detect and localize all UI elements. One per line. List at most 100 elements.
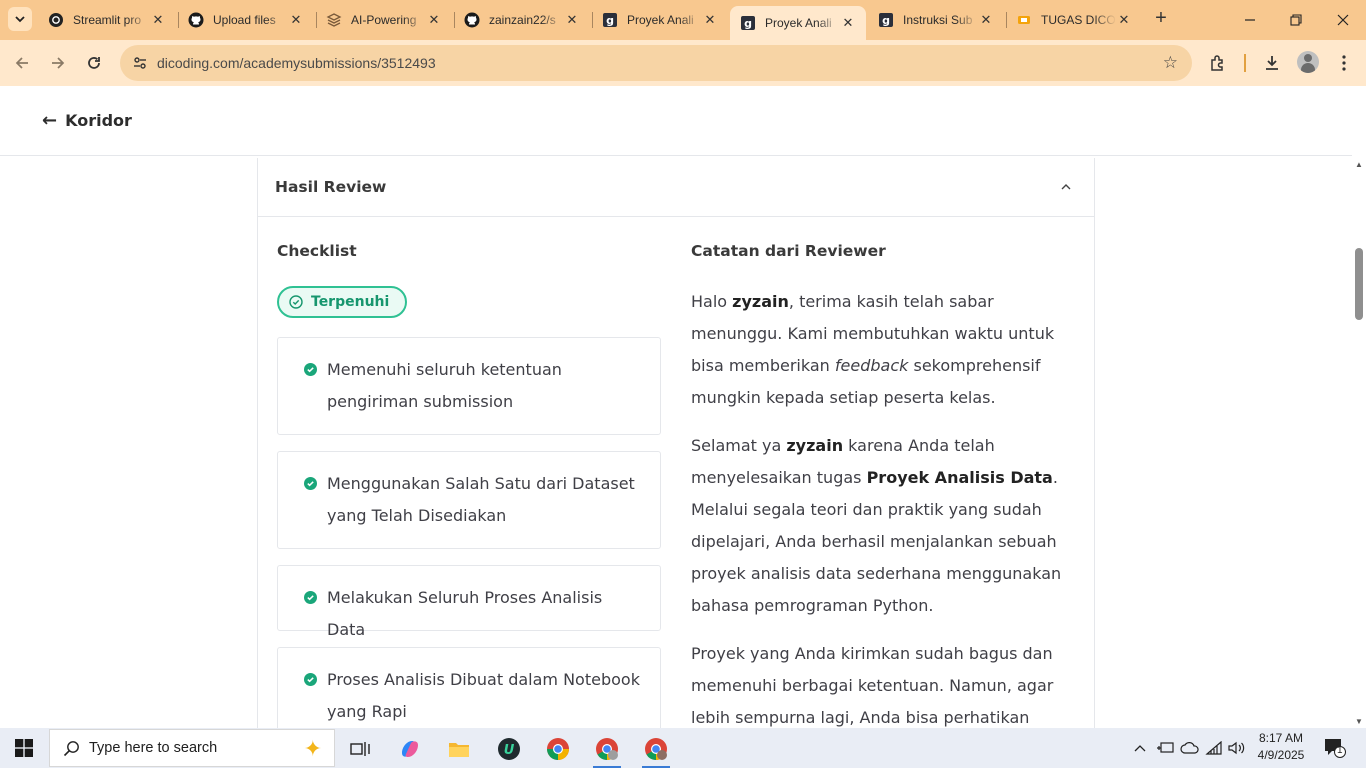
checklist-item: Melakukan Seluruh Proses Analisis Data: [277, 565, 661, 639]
reviewer-notes-section: Catatan dari Reviewer Halo zyzain, terim…: [691, 242, 1081, 727]
notes-paragraph: Halo zyzain, terima kasih telah sabar me…: [691, 292, 1055, 407]
close-tab-icon[interactable]: ✕: [840, 15, 856, 31]
search-icon: [62, 739, 80, 757]
chrome-profile-icon[interactable]: [587, 732, 627, 768]
browser-tab[interactable]: TUGAS DICO ✕: [1006, 6, 1142, 34]
profile-avatar[interactable]: [1297, 51, 1319, 73]
upwork-icon[interactable]: U: [489, 732, 529, 766]
page-header: ← Koridor: [0, 86, 1352, 156]
browser-tab-active[interactable]: g Proyek Anali ✕: [730, 6, 866, 40]
checklist-title: Checklist: [277, 242, 357, 260]
close-tab-icon[interactable]: ✕: [564, 12, 580, 28]
task-view-icon[interactable]: [340, 732, 380, 766]
close-tab-icon[interactable]: ✕: [1116, 12, 1132, 28]
browser-tab[interactable]: Streamlit pro ✕: [38, 6, 176, 34]
arrow-left-icon: [15, 57, 28, 69]
close-tab-icon[interactable]: ✕: [702, 12, 718, 28]
chrome-profile-icon[interactable]: [636, 732, 676, 768]
checklist-section: Checklist Terpenuhi Memenuhi seluruh ket…: [277, 242, 661, 728]
check-icon: [304, 363, 317, 376]
scroll-thumb[interactable]: [1355, 248, 1363, 320]
back-link[interactable]: ← Koridor: [42, 110, 132, 131]
forward-nav-button[interactable]: [45, 50, 71, 76]
notes-title: Catatan dari Reviewer: [691, 242, 886, 260]
checklist-item-label: Menggunakan Salah Satu dari Dataset yang…: [327, 474, 635, 525]
tab-title: Proyek Anali: [765, 16, 832, 30]
tab-title: zainzain22/s: [489, 13, 556, 27]
dicoding-icon: g: [878, 12, 894, 28]
svg-text:g: g: [744, 17, 752, 30]
site-settings-icon[interactable]: [130, 53, 150, 73]
minimize-button[interactable]: [1227, 6, 1273, 34]
scroll-down-icon[interactable]: ▼: [1355, 717, 1363, 726]
restore-button[interactable]: [1273, 6, 1319, 34]
browser-tab[interactable]: g Instruksi Sub ✕: [868, 6, 1004, 34]
arrow-left-icon: ←: [42, 110, 58, 131]
check-icon: [304, 477, 317, 490]
taskbar-search[interactable]: Type here to search ✦: [49, 729, 335, 767]
browser-tab-bar: Streamlit pro ✕ Upload files ✕ AI-Poweri…: [0, 0, 1366, 40]
back-link-label: Koridor: [65, 111, 132, 130]
tab-title: Streamlit pro: [73, 13, 142, 27]
tab-title: TUGAS DICO: [1041, 13, 1116, 27]
close-tab-icon[interactable]: ✕: [150, 12, 166, 28]
browser-menu-icon[interactable]: [1333, 52, 1355, 74]
extensions-icon[interactable]: [1207, 52, 1229, 74]
browser-toolbar: dicoding.com/academysubmissions/3512493 …: [0, 40, 1366, 86]
tab-title: AI-Powering: [351, 13, 417, 27]
status-badge: Terpenuhi: [277, 286, 408, 318]
back-nav-button[interactable]: [9, 50, 35, 76]
streamlit-icon: [48, 12, 64, 28]
reload-icon: [88, 57, 100, 69]
page-content: ← Koridor Hasil Review Checklist Terpenu…: [0, 86, 1366, 728]
new-tab-button[interactable]: +: [1150, 8, 1172, 30]
windows-logo-icon: [15, 739, 33, 757]
close-window-button[interactable]: [1320, 6, 1366, 34]
start-button[interactable]: [0, 728, 48, 768]
clock-time: 8:17 AM: [1258, 731, 1304, 745]
browser-tab[interactable]: zainzain22/s ✕: [454, 6, 590, 34]
close-tab-icon[interactable]: ✕: [978, 12, 994, 28]
review-card-header[interactable]: Hasil Review: [258, 158, 1094, 217]
checklist-item: Proses Analisis Dibuat dalam Notebook ya…: [277, 647, 661, 728]
arrow-right-icon: [52, 57, 65, 69]
volume-icon[interactable]: [1227, 728, 1247, 768]
onedrive-icon[interactable]: [1179, 728, 1201, 768]
check-icon: [304, 591, 317, 604]
chevron-up-icon[interactable]: [1060, 180, 1072, 194]
browser-tab[interactable]: Upload files ✕: [178, 6, 314, 34]
file-explorer-icon[interactable]: [439, 732, 479, 766]
tab-title: Proyek Anali: [627, 13, 694, 27]
status-badge-label: Terpenuhi: [311, 294, 390, 310]
address-bar[interactable]: dicoding.com/academysubmissions/3512493 …: [120, 45, 1192, 81]
scroll-up-icon[interactable]: ▲: [1355, 160, 1363, 169]
tab-title: Upload files: [213, 13, 276, 27]
minimize-icon: [1245, 19, 1255, 21]
close-tab-icon[interactable]: ✕: [426, 12, 442, 28]
tab-title: Instruksi Sub: [903, 13, 973, 27]
reload-button[interactable]: [81, 50, 107, 76]
checklist-item-label: Memenuhi seluruh ketentuan pengiriman su…: [327, 360, 562, 411]
url-text: dicoding.com/academysubmissions/3512493: [157, 55, 436, 71]
bookmark-star-icon[interactable]: ☆: [1163, 53, 1178, 73]
notification-count: 1: [1337, 745, 1343, 756]
close-tab-icon[interactable]: ✕: [288, 12, 304, 28]
github-icon: [188, 12, 204, 28]
tab-search-button[interactable]: [8, 7, 32, 31]
notes-paragraph: Proyek yang Anda kirimkan sudah bagus da…: [691, 644, 1054, 727]
taskbar-clock[interactable]: 8:17 AM 4/9/2025: [1248, 730, 1314, 764]
dicoding-icon: g: [740, 15, 756, 31]
windows-taskbar: Type here to search ✦ U 8:17 AM 4/9/2025: [0, 728, 1366, 768]
wifi-icon[interactable]: [1204, 728, 1224, 768]
page-scrollbar[interactable]: ▲ ▼: [1352, 158, 1366, 728]
chevron-up-icon[interactable]: [1130, 728, 1150, 768]
download-icon[interactable]: [1261, 52, 1283, 74]
browser-tab[interactable]: g Proyek Anali ✕: [592, 6, 728, 34]
browser-tab[interactable]: AI-Powering ✕: [316, 6, 452, 34]
search-placeholder: Type here to search: [89, 740, 218, 756]
check-circle-icon: [289, 295, 303, 309]
copilot-icon[interactable]: [390, 732, 430, 766]
notification-icon[interactable]: 1: [1324, 738, 1346, 758]
chrome-icon[interactable]: [538, 732, 578, 766]
battery-icon[interactable]: [1155, 728, 1175, 768]
